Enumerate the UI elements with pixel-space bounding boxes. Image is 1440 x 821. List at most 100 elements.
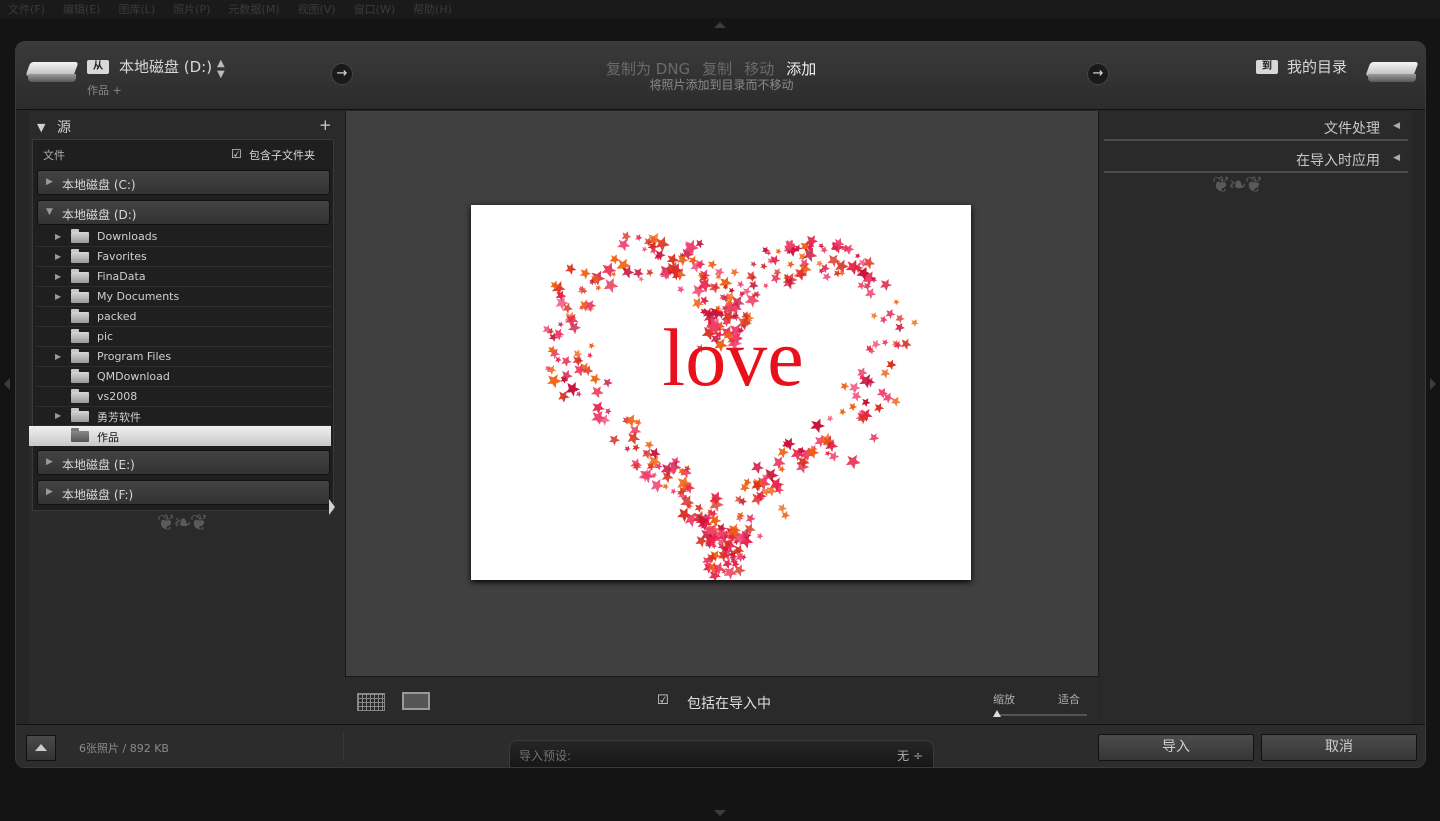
folder-label: 作品 bbox=[97, 431, 119, 444]
expand-triangle-icon[interactable]: ▶ bbox=[46, 457, 53, 467]
maple-leaf bbox=[567, 321, 581, 335]
maple-leaf bbox=[723, 566, 738, 580]
drive-row-d[interactable]: ▼ 本地磁盘 (D:) bbox=[37, 200, 330, 225]
folder-icon bbox=[71, 428, 89, 442]
expand-triangle-icon[interactable]: ◀ bbox=[1393, 153, 1400, 163]
maple-leaf bbox=[575, 390, 583, 398]
import-footer: 6张照片 / 892 KB 导入预设: 无 ÷ 导入 取消 bbox=[16, 724, 1425, 767]
include-in-import-checkbox[interactable]: ☑ bbox=[657, 693, 669, 708]
photo-thumbnail[interactable]: love bbox=[471, 205, 971, 580]
collapse-triangle-icon[interactable]: ▼ bbox=[37, 121, 45, 134]
folder-vs2008[interactable]: vs2008 bbox=[35, 387, 331, 407]
show-fewer-options-button[interactable] bbox=[26, 735, 56, 761]
source-drive-selector[interactable]: 本地磁盘 (D:) bbox=[119, 56, 212, 77]
folder-icon bbox=[71, 329, 89, 343]
expand-triangle-icon[interactable]: ▶ bbox=[46, 487, 53, 497]
folder-pic[interactable]: pic bbox=[35, 327, 331, 347]
import-dialog: 从 本地磁盘 (D:) ▲ ▼ 作品 + → 复制为 DNG 复制 移动 添加 将… bbox=[15, 41, 1426, 768]
include-in-import-label: 包括在导入中 bbox=[687, 696, 771, 712]
maple-leaf bbox=[695, 239, 705, 249]
folder-icon bbox=[71, 229, 89, 243]
destination-badge: 到 bbox=[1256, 60, 1278, 74]
menu-photo[interactable]: 照片(P) bbox=[173, 1, 210, 17]
source-panel-title: 源 bbox=[57, 120, 71, 136]
maple-leaf bbox=[822, 272, 832, 282]
menu-library[interactable]: 图库(L) bbox=[118, 1, 155, 17]
bottom-panel-toggle-icon[interactable] bbox=[714, 810, 726, 816]
maple-leaf bbox=[579, 267, 592, 280]
file-handling-section[interactable]: 文件处理 ◀ bbox=[1104, 113, 1408, 141]
apply-during-import-section[interactable]: 在导入时应用 ◀ bbox=[1104, 145, 1408, 173]
import-preset-value[interactable]: 无 ÷ bbox=[897, 747, 923, 764]
menu-file[interactable]: 文件(F) bbox=[8, 1, 45, 17]
expand-triangle-icon[interactable]: ◀ bbox=[1393, 121, 1400, 131]
collapse-triangle-icon[interactable]: ▼ bbox=[46, 207, 53, 217]
expand-triangle-icon[interactable]: ▶ bbox=[55, 292, 61, 301]
maple-leaf bbox=[881, 339, 889, 347]
zoom-slider-thumb[interactable] bbox=[993, 710, 1001, 717]
maple-leaf bbox=[608, 434, 621, 446]
maple-leaf bbox=[895, 314, 905, 324]
import-preset-selector[interactable]: 导入预设: 无 ÷ bbox=[509, 740, 934, 767]
folder-finadata[interactable]: ▶ FinaData bbox=[35, 267, 331, 287]
drive-row-c[interactable]: ▶ 本地磁盘 (C:) bbox=[37, 170, 330, 195]
source-panel-header[interactable]: ▼ 源 + bbox=[29, 116, 349, 137]
menu-window[interactable]: 窗口(W) bbox=[354, 1, 395, 17]
drive-row-f[interactable]: ▶ 本地磁盘 (F:) bbox=[37, 480, 330, 505]
folder-downloads[interactable]: ▶ Downloads bbox=[35, 227, 331, 247]
drive-row-e[interactable]: ▶ 本地磁盘 (E:) bbox=[37, 450, 330, 475]
include-subfolders-checkbox[interactable]: ☑ bbox=[231, 147, 242, 161]
drive-label: 本地磁盘 (F:) bbox=[62, 488, 134, 502]
maple-leaf bbox=[870, 312, 878, 320]
folder-label: Downloads bbox=[97, 230, 158, 243]
menu-help[interactable]: 帮助(H) bbox=[413, 1, 452, 17]
expand-triangle-icon[interactable]: ▶ bbox=[55, 272, 61, 281]
maple-leaf bbox=[644, 440, 654, 450]
divider bbox=[343, 733, 344, 761]
loupe-view-icon[interactable] bbox=[402, 692, 430, 710]
maple-leaf bbox=[893, 299, 900, 306]
expand-triangle-icon[interactable]: ▶ bbox=[55, 411, 61, 420]
top-panel-toggle-icon[interactable] bbox=[714, 22, 726, 28]
right-panel-toggle-icon[interactable] bbox=[1430, 378, 1436, 390]
folder-packed[interactable]: packed bbox=[35, 307, 331, 327]
maple-leaves-heart bbox=[542, 231, 919, 580]
import-button[interactable]: 导入 bbox=[1098, 734, 1254, 761]
expand-triangle-icon[interactable]: ▶ bbox=[55, 352, 61, 361]
folder-program-files[interactable]: ▶ Program Files bbox=[35, 347, 331, 367]
menu-view[interactable]: 视图(V) bbox=[297, 1, 335, 17]
maple-leaf bbox=[632, 444, 641, 452]
cancel-button[interactable]: 取消 bbox=[1261, 734, 1417, 761]
maple-leaf bbox=[714, 267, 725, 278]
folder-favorites[interactable]: ▶ Favorites bbox=[35, 247, 331, 267]
maple-leaf bbox=[558, 391, 570, 403]
folder-icon bbox=[71, 408, 89, 422]
maple-leaf bbox=[851, 391, 862, 402]
folder-icon bbox=[71, 269, 89, 283]
menu-bar: 文件(F) 编辑(E) 图库(L) 照片(P) 元数据(M) 视图(V) 窗口(… bbox=[0, 0, 1440, 18]
menu-metadata[interactable]: 元数据(M) bbox=[228, 1, 279, 17]
grid-view-icon[interactable] bbox=[357, 693, 385, 711]
maple-leaf bbox=[886, 359, 897, 371]
panel-end-ornament-icon: ❦❧❦ bbox=[1212, 173, 1263, 198]
maple-leaf bbox=[864, 288, 877, 300]
left-panel-toggle-icon[interactable] bbox=[4, 378, 10, 390]
add-source-icon[interactable]: + bbox=[319, 116, 332, 134]
menu-edit[interactable]: 编辑(E) bbox=[63, 1, 101, 17]
expand-triangle-icon[interactable]: ▶ bbox=[46, 177, 53, 187]
expand-triangle-icon[interactable]: ▶ bbox=[55, 252, 61, 261]
folder-yongfang-software[interactable]: ▶ 勇芳软件 bbox=[35, 406, 331, 426]
folder-label: 勇芳软件 bbox=[97, 411, 141, 424]
maple-leaf bbox=[910, 319, 919, 327]
zoom-slider[interactable] bbox=[995, 714, 1087, 716]
folder-works-selected[interactable]: 作品 bbox=[29, 426, 331, 446]
maple-leaf bbox=[587, 352, 593, 359]
folder-icon bbox=[71, 389, 89, 403]
files-row: 文件 ☑ 包含子文件夹 bbox=[43, 147, 328, 163]
folder-my-documents[interactable]: ▶ My Documents bbox=[35, 287, 331, 307]
folder-qmdownload[interactable]: QMDownload bbox=[35, 367, 331, 387]
expand-triangle-icon[interactable]: ▶ bbox=[55, 232, 61, 241]
folder-label: packed bbox=[97, 310, 137, 323]
maple-leaf bbox=[874, 402, 885, 414]
maple-leaf bbox=[845, 259, 861, 275]
